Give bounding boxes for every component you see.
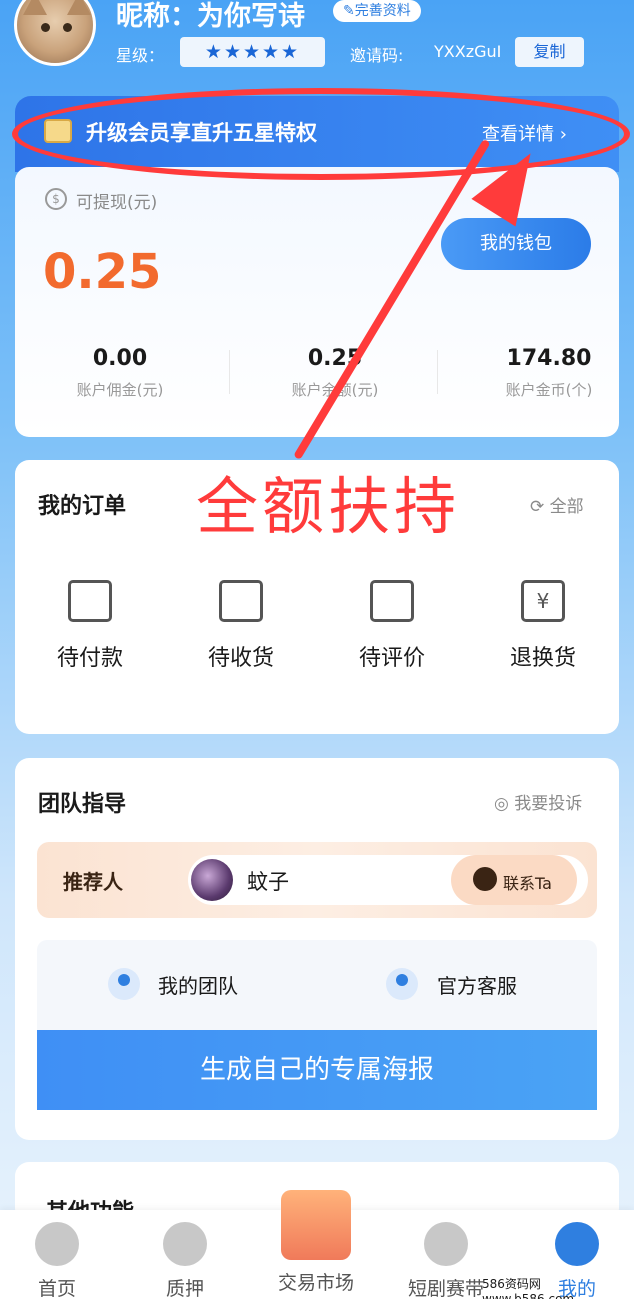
stat-value: 0.25 <box>307 346 363 371</box>
stat-commission: 0.00 账户佣金(元) <box>30 346 210 400</box>
stat-divider <box>437 350 438 394</box>
watermark: 586资码网 www.b586.com <box>482 1277 575 1299</box>
package-icon <box>219 580 263 622</box>
contact-label: 联系Ta <box>503 874 552 893</box>
play-icon <box>424 1222 468 1266</box>
user-icon <box>555 1222 599 1266</box>
pulse-icon <box>163 1222 207 1266</box>
withdrawable-label: 可提现(元) <box>76 193 158 213</box>
nickname: 昵称：为你写诗 <box>116 1 305 32</box>
star-rating: ★★★★★ <box>180 37 325 67</box>
referrer-label: 推荐人 <box>63 870 123 894</box>
orders-all-label: 全部 <box>549 497 584 517</box>
tab-home[interactable]: 首页 <box>2 1210 112 1299</box>
tab-label: 首页 <box>37 1278 76 1299</box>
cat-eye-left <box>41 23 50 32</box>
team-title: 团队指导 <box>38 792 127 817</box>
order-pending-review[interactable]: 待评价 <box>332 580 452 672</box>
order-label: 退换货 <box>509 646 576 671</box>
customer-service-link[interactable]: 官方客服 <box>437 970 517 999</box>
referrer-name: 蚊子 <box>247 870 289 894</box>
cat-eye-right <box>63 23 72 32</box>
complaint-icon: ◎ <box>494 794 515 814</box>
user-avatar[interactable] <box>14 0 96 66</box>
stat-divider <box>229 350 230 394</box>
order-label: 待收货 <box>207 646 274 671</box>
complaint-link[interactable]: ◎ 我要投诉 <box>494 789 582 814</box>
order-label: 待付款 <box>56 646 123 671</box>
order-label: 待评价 <box>358 646 425 671</box>
copy-button[interactable]: 复制 <box>515 37 584 67</box>
store-icon <box>281 1190 351 1260</box>
complete-profile-button[interactable]: ✎完善资料 <box>333 0 421 22</box>
stat-coins: 174.80 账户金币(个) <box>459 346 634 400</box>
orders-title: 我的订单 <box>38 494 127 519</box>
stat-value: 0.00 <box>92 346 148 371</box>
tab-stake[interactable]: 质押 <box>130 1210 240 1299</box>
order-returns[interactable]: ¥ 退换货 <box>483 580 603 672</box>
complete-profile-label: 完善资料 <box>354 3 411 19</box>
refund-icon: ¥ <box>521 580 565 622</box>
tab-label: 交易市场 <box>277 1272 354 1294</box>
stat-label: 账户金币(个) <box>505 381 593 399</box>
cat-ear-left <box>23 0 47 15</box>
stat-label: 账户佣金(元) <box>76 381 164 399</box>
home-icon <box>35 1222 79 1266</box>
pencil-icon: ✎ <box>343 3 355 19</box>
wallet-icon <box>68 580 112 622</box>
box-icon <box>370 580 414 622</box>
order-pending-receipt[interactable]: 待收货 <box>181 580 301 672</box>
orders-all-link[interactable]: ⟳ 全部 <box>530 492 584 517</box>
person-icon <box>108 968 140 1000</box>
wechat-icon <box>473 867 497 891</box>
referrer-avatar <box>191 859 233 901</box>
stat-value: 174.80 <box>506 346 592 371</box>
complaint-label: 我要投诉 <box>514 794 583 814</box>
tab-market[interactable]: 交易市场 <box>261 1190 371 1299</box>
order-pending-payment[interactable]: 待付款 <box>30 580 150 672</box>
my-team-link[interactable]: 我的团队 <box>158 970 238 999</box>
withdraw-icon: $ <box>45 188 67 210</box>
invite-code-label: 邀请码: <box>350 46 404 65</box>
tab-label: 质押 <box>165 1278 204 1299</box>
my-wallet-button[interactable]: 我的钱包 <box>441 218 591 270</box>
generate-poster-button[interactable]: 生成自己的专属海报 <box>37 1030 597 1110</box>
invite-code-value: YXXzGuI <box>434 42 502 61</box>
withdrawable-amount: 0.25 <box>43 244 162 300</box>
annotation-text: 全额扶持 <box>196 470 461 543</box>
star-level-label: 星级： <box>116 46 165 65</box>
headset-icon <box>386 968 418 1000</box>
cat-ear-right <box>67 0 91 15</box>
refresh-icon: ⟳ <box>530 497 550 517</box>
